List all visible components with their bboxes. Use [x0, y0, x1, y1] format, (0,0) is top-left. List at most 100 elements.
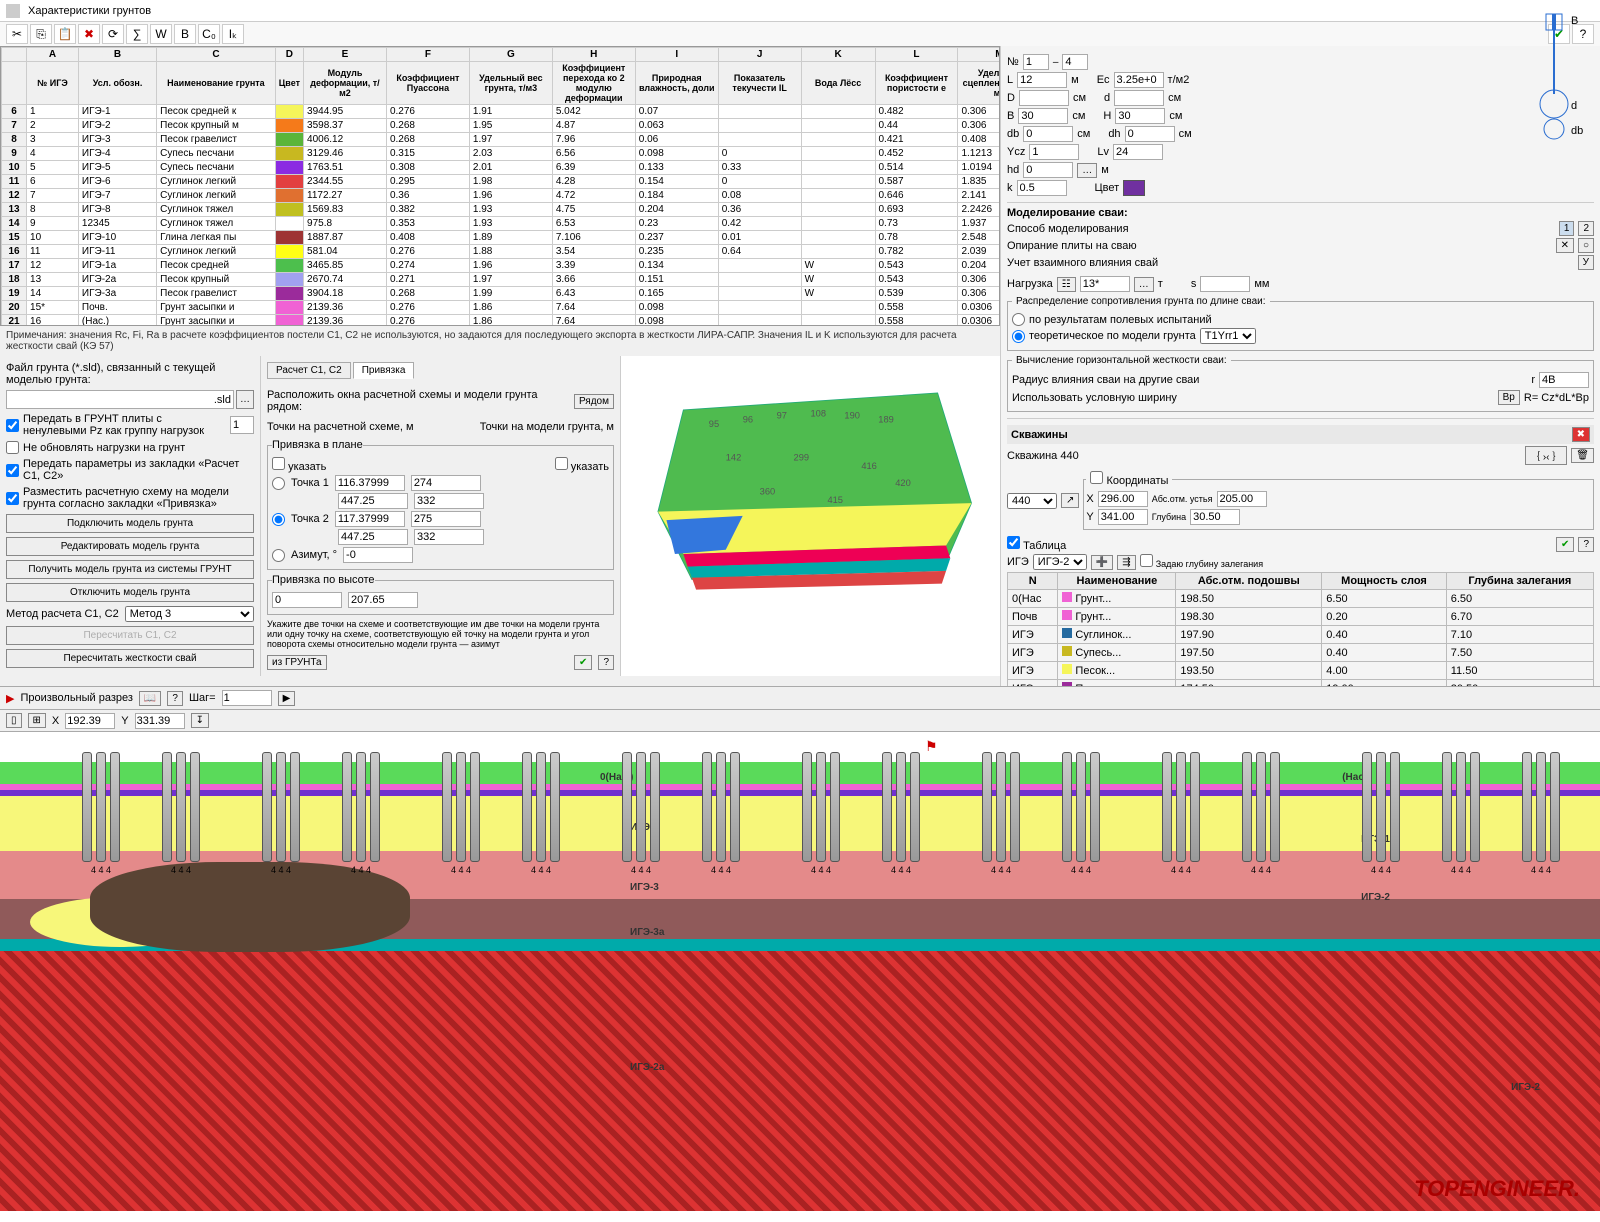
s-val[interactable] — [1200, 276, 1250, 292]
chk-params[interactable] — [6, 464, 19, 477]
btn-off-soil[interactable]: Отключить модель грунта — [6, 583, 254, 602]
ige-select[interactable]: ИГЭ-2 — [1033, 554, 1087, 570]
p2x[interactable] — [335, 511, 405, 527]
p2gy[interactable] — [414, 529, 484, 545]
tool-calc[interactable]: ∑ — [126, 24, 148, 44]
chk-specify-1[interactable] — [272, 457, 285, 470]
pile-k[interactable] — [1017, 180, 1067, 196]
pile-n1[interactable] — [1023, 54, 1049, 70]
tool-refresh[interactable]: ⟳ — [102, 24, 124, 44]
chk-specify-2[interactable] — [555, 457, 568, 470]
h1[interactable] — [272, 592, 342, 608]
sec-book[interactable]: 📖 — [139, 691, 161, 706]
bh-apply[interactable]: ✔ — [1556, 537, 1574, 552]
az-val[interactable] — [343, 547, 413, 563]
sec-help[interactable]: ? — [167, 691, 183, 706]
rb-p1[interactable] — [272, 477, 285, 490]
btn-connect-soil[interactable]: Подключить модель грунта — [6, 514, 254, 533]
sec-mode1[interactable]: ▯ — [6, 713, 22, 728]
chk-place[interactable] — [6, 492, 19, 505]
bh-back[interactable]: ｛ ›‹ ｝ — [1525, 446, 1567, 465]
hd-browse[interactable]: … — [1077, 163, 1097, 178]
sec-y[interactable] — [135, 713, 185, 729]
soil-grid[interactable]: ABCDEFGHIJKLMNOPQRSTUVWXY № ИГЭУсл. обоз… — [0, 46, 1000, 326]
bh-help[interactable]: ? — [1578, 537, 1594, 552]
btn-from-grunt[interactable]: из ГРУНТа — [267, 655, 327, 670]
boreholes-close[interactable]: ✖ — [1572, 427, 1590, 442]
pile-B[interactable] — [1018, 108, 1068, 124]
btn-help-bind[interactable]: ? — [598, 655, 614, 670]
pile-dh[interactable] — [1125, 126, 1175, 142]
sec-target[interactable]: ↧ — [191, 713, 209, 728]
bp-btn[interactable]: Bp — [1498, 390, 1520, 405]
model-2[interactable]: 2 — [1578, 221, 1594, 236]
btn-recalc-piles[interactable]: Пересчитать жесткости свай — [6, 649, 254, 668]
p1y[interactable] — [338, 493, 408, 509]
pile-Lv[interactable] — [1113, 144, 1163, 160]
sec-run[interactable]: ▶ — [278, 691, 296, 706]
chk-pz[interactable] — [6, 419, 19, 432]
file-input[interactable] — [6, 390, 234, 409]
load-val[interactable] — [1080, 276, 1130, 292]
dist-theory[interactable] — [1012, 330, 1025, 343]
interact-btn[interactable]: У — [1578, 255, 1594, 270]
chk-noupd[interactable] — [6, 441, 19, 454]
method-select[interactable]: Метод 3 — [125, 606, 254, 622]
model-1[interactable]: 1 — [1559, 221, 1575, 236]
p1gy[interactable] — [414, 493, 484, 509]
tab-c1c2[interactable]: Расчет C1, C2 — [267, 362, 351, 379]
dist-select[interactable]: T1Yrr1 — [1200, 328, 1256, 344]
btn-near[interactable]: Рядом — [574, 394, 614, 409]
pile-db[interactable] — [1023, 126, 1073, 142]
tool-c0[interactable]: C₀ — [198, 24, 220, 44]
sec-step[interactable] — [222, 690, 272, 706]
pile-Ec[interactable] — [1114, 72, 1164, 88]
bh-y[interactable] — [1098, 509, 1148, 525]
chk-coords[interactable] — [1090, 471, 1103, 484]
chk-set-depth[interactable] — [1140, 554, 1153, 567]
bh-abs[interactable] — [1217, 491, 1267, 507]
pile-L[interactable] — [1017, 72, 1067, 88]
pile-H[interactable] — [1115, 108, 1165, 124]
btn-apply-bind[interactable]: ✔ — [574, 655, 592, 670]
pz-group[interactable] — [230, 416, 254, 434]
pile-Ycz[interactable] — [1029, 144, 1079, 160]
pile-d2[interactable] — [1114, 90, 1164, 106]
cross-section-view[interactable]: 2022001981961941921901881861841821801781… — [0, 732, 1600, 1222]
tool-copy[interactable]: ⎘ — [30, 24, 52, 44]
soil-3d-view[interactable]: 959697 108190189 142299416 360415420 — [620, 356, 1000, 676]
btn-recalc-c1c2[interactable]: Пересчитать C1, C2 — [6, 626, 254, 645]
tool-ik[interactable]: Iₖ — [222, 24, 244, 44]
tool-delete[interactable]: ✖ — [78, 24, 100, 44]
btn-edit-soil[interactable]: Редактировать модель грунта — [6, 537, 254, 556]
p1x[interactable] — [335, 475, 405, 491]
tool-cut[interactable]: ✂ — [6, 24, 28, 44]
bh-num[interactable]: 440 — [1007, 493, 1057, 509]
p1gx[interactable] — [411, 475, 481, 491]
tool-paste[interactable]: 📋 — [54, 24, 76, 44]
tool-b[interactable]: B — [174, 24, 196, 44]
chk-table[interactable] — [1007, 536, 1020, 549]
pile-n2[interactable] — [1062, 54, 1088, 70]
ige-add[interactable]: ➕ — [1091, 555, 1113, 570]
dist-field[interactable] — [1012, 313, 1025, 326]
rb-p2[interactable] — [272, 513, 285, 526]
pile-hd[interactable] — [1023, 162, 1073, 178]
rb-az[interactable] — [272, 549, 285, 562]
ige-edit[interactable]: ⇶ — [1117, 555, 1135, 570]
bh-x[interactable] — [1098, 491, 1148, 507]
bh-depth[interactable] — [1190, 509, 1240, 525]
support-x[interactable]: ✕ — [1556, 238, 1574, 253]
h2[interactable] — [348, 592, 418, 608]
file-browse[interactable]: … — [236, 390, 254, 409]
load-browse[interactable]: … — [1134, 277, 1154, 292]
tab-binding[interactable]: Привязка — [353, 362, 415, 379]
support-o[interactable]: ○ — [1578, 238, 1594, 253]
sec-mode2[interactable]: ⊞ — [28, 713, 46, 728]
bh-pick[interactable]: ↗ — [1061, 493, 1079, 508]
sec-x[interactable] — [65, 713, 115, 729]
bh-del[interactable]: 🗑 — [1571, 448, 1594, 463]
p2gx[interactable] — [411, 511, 481, 527]
borehole-table[interactable]: NНаименованиеАбс.отм. подошвыМощность сл… — [1007, 572, 1594, 686]
pile-D[interactable] — [1019, 90, 1069, 106]
